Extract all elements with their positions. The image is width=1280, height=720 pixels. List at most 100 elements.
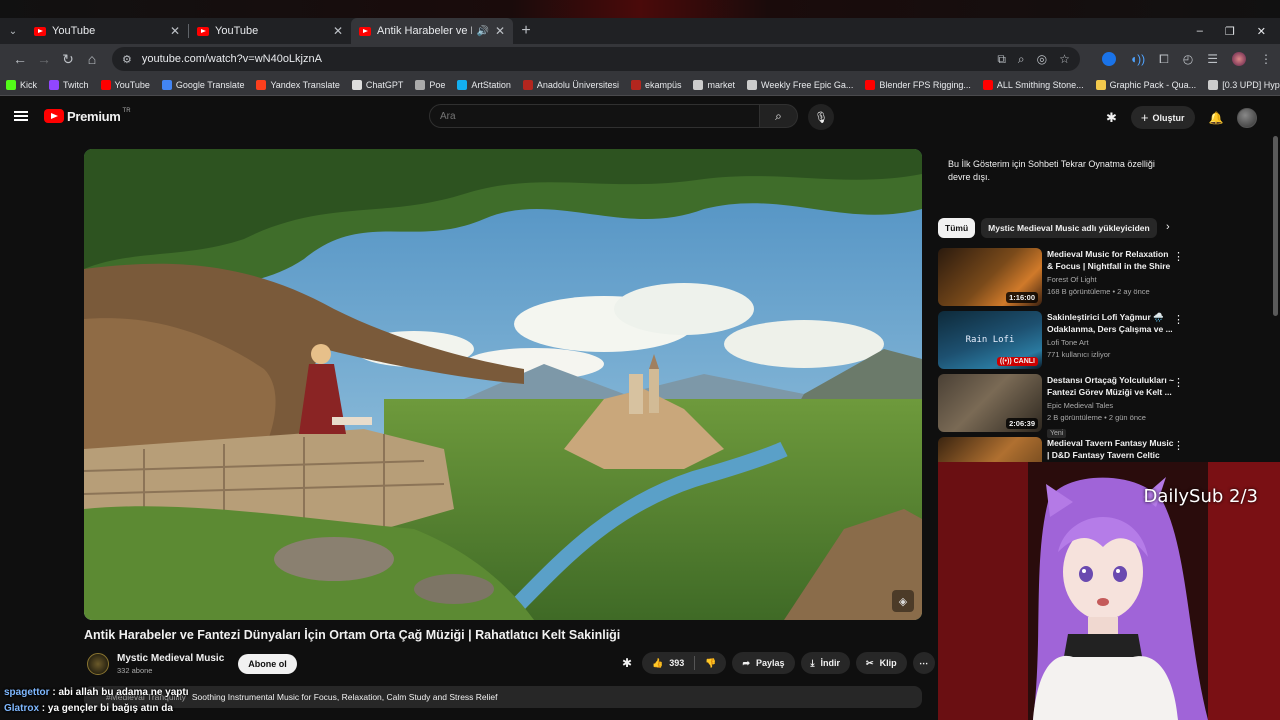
- bookmark-item[interactable]: ChatGPT: [351, 79, 404, 90]
- scrollbar-thumb[interactable]: [1273, 136, 1278, 316]
- premium-badge-icon[interactable]: ✱: [618, 656, 636, 670]
- channel-name[interactable]: Mystic Medieval Music: [117, 653, 224, 664]
- description-box[interactable]: #Medieval Tranquility Soothing Instrumen…: [84, 686, 922, 708]
- bookmark-item[interactable]: Yandex Translate: [256, 79, 340, 90]
- bookmark-item[interactable]: ALL Smithing Stone...: [982, 79, 1084, 90]
- like-count[interactable]: 393: [669, 658, 684, 668]
- browser-tab-active[interactable]: Antik Harabeler ve Fantezi D 🔊 ✕: [351, 18, 513, 44]
- subscribe-button[interactable]: Abone ol: [238, 654, 297, 674]
- more-actions-button[interactable]: ⋯: [912, 652, 935, 674]
- tab-close-icon[interactable]: ✕: [333, 24, 343, 38]
- bookmark-item[interactable]: YouTube: [100, 79, 150, 90]
- video-thumbnail[interactable]: Rain Lofi ((•)) CANLI: [938, 311, 1042, 369]
- more-options-icon[interactable]: ⋮: [1173, 313, 1184, 326]
- url-text[interactable]: youtube.com/watch?v=wN40oLkjznA: [142, 53, 997, 65]
- create-button[interactable]: + Oluştur: [1130, 106, 1195, 129]
- recommendation-item[interactable]: Rain Lofi ((•)) CANLI Sakinleştirici Lof…: [938, 311, 1188, 374]
- install-app-icon[interactable]: ⧉: [997, 52, 1006, 67]
- browser-menu-icon[interactable]: ⋮: [1260, 52, 1272, 66]
- bookmark-item[interactable]: Anadolu Üniversitesi: [522, 79, 619, 90]
- menu-hamburger-icon[interactable]: [14, 111, 28, 121]
- reload-button[interactable]: ↻: [56, 51, 80, 68]
- zoom-icon[interactable]: ⌕: [1018, 52, 1025, 67]
- browser-tab-2[interactable]: YouTube ✕: [189, 18, 351, 44]
- browser-tab-1[interactable]: YouTube ✕: [26, 18, 188, 44]
- channel-avatar[interactable]: [87, 653, 109, 675]
- more-options-icon[interactable]: ⋮: [1173, 376, 1184, 389]
- voice-search-button[interactable]: 🎙: [808, 104, 834, 130]
- back-button[interactable]: ←: [8, 51, 32, 67]
- minimize-button[interactable]: –: [1197, 25, 1203, 38]
- bookmark-label: ekampüs: [644, 79, 682, 90]
- recommendation-item[interactable]: 1:16:00 Medieval Music for Relaxation & …: [938, 248, 1188, 311]
- tab-close-icon[interactable]: ✕: [495, 24, 505, 38]
- duration-badge: 2:06:39: [1006, 418, 1038, 429]
- history-icon[interactable]: ◴: [1183, 52, 1193, 66]
- more-options-icon[interactable]: ⋮: [1173, 439, 1184, 452]
- extension-audio-icon[interactable]: ◖)): [1130, 52, 1145, 66]
- video-thumbnail[interactable]: 2:06:39: [938, 374, 1042, 432]
- bookmark-favicon-icon: [982, 79, 993, 90]
- bookmark-item[interactable]: Weekly Free Epic Ga...: [747, 79, 854, 90]
- premium-gift-icon[interactable]: ✱: [1106, 110, 1117, 126]
- bookmark-item[interactable]: ArtStation: [457, 79, 511, 90]
- extension-icon[interactable]: [1101, 52, 1116, 66]
- bookmark-item[interactable]: Poe: [415, 79, 445, 90]
- recommendation-title[interactable]: Sakinleştirici Lofi Yağmur 🌧️ Odaklanma,…: [1047, 311, 1175, 335]
- download-button[interactable]: ⤓ İndir: [800, 652, 851, 674]
- recommendation-item[interactable]: 2:06:39 Destansı Ortaçağ Yolculukları ~ …: [938, 374, 1188, 438]
- account-avatar[interactable]: [1237, 107, 1258, 128]
- bookmark-item[interactable]: Blender FPS Rigging...: [865, 79, 971, 90]
- recommendation-info: Medieval Music for Relaxation & Focus | …: [1047, 248, 1175, 311]
- chip-from-uploader[interactable]: Mystic Medieval Music adlı yükleyiciden: [981, 218, 1157, 238]
- youtube-premium-logo[interactable]: Premium TR: [44, 108, 131, 124]
- tab-search-dropdown[interactable]: ⌄: [0, 26, 26, 37]
- search-button[interactable]: ⌕: [760, 104, 798, 128]
- bookmark-item[interactable]: Google Translate: [161, 79, 244, 90]
- recommendation-title[interactable]: Destansı Ortaçağ Yolculukları ~ Fantezi …: [1047, 374, 1175, 398]
- recommendation-channel[interactable]: Epic Medieval Tales: [1047, 401, 1175, 410]
- bookmark-item[interactable]: [0.3 UPD] Hyper SPE...: [1208, 79, 1280, 90]
- bookmark-favicon-icon: [161, 79, 172, 90]
- new-tab-button[interactable]: +: [513, 22, 539, 40]
- profile-avatar-icon[interactable]: [1232, 52, 1246, 66]
- notifications-bell-icon[interactable]: 🔔: [1209, 111, 1224, 125]
- bookmark-item[interactable]: Graphic Pack - Qua...: [1095, 79, 1196, 90]
- more-options-icon[interactable]: ⋮: [1173, 250, 1184, 263]
- video-thumbnail[interactable]: 1:16:00: [938, 248, 1042, 306]
- chip-all[interactable]: Tümü: [938, 218, 976, 238]
- recommendation-title[interactable]: Medieval Tavern Fantasy Music | D&D Fant…: [1047, 437, 1175, 461]
- video-title: Antik Harabeler ve Fantezi Dünyaları İçi…: [84, 628, 621, 642]
- extensions-area: ◖)) ⧠ ◴ ☰ ⋮: [1101, 52, 1272, 67]
- clip-button[interactable]: ✂ Klip: [856, 652, 907, 674]
- reading-list-icon[interactable]: ☰: [1207, 52, 1218, 66]
- share-button[interactable]: ➦ Paylaş: [732, 652, 795, 674]
- tab-close-icon[interactable]: ✕: [170, 24, 180, 38]
- extensions-puzzle-icon[interactable]: ⧠: [1159, 52, 1169, 67]
- maximize-button[interactable]: ❐: [1225, 25, 1235, 38]
- like-icon[interactable]: 👍: [652, 658, 663, 669]
- bookmark-favicon-icon: [522, 79, 533, 90]
- video-player[interactable]: ◈: [84, 149, 922, 620]
- bookmark-item[interactable]: Kick: [6, 79, 37, 90]
- channel-watermark-icon[interactable]: ◈: [892, 590, 914, 612]
- bookmark-label: Weekly Free Epic Ga...: [761, 79, 854, 90]
- dislike-icon[interactable]: 👎: [705, 658, 716, 669]
- audio-playing-icon[interactable]: 🔊: [476, 26, 488, 37]
- close-window-button[interactable]: ✕: [1257, 25, 1266, 38]
- recommendation-channel[interactable]: Lofi Tone Art: [1047, 338, 1175, 347]
- bookmark-item[interactable]: market: [693, 79, 735, 90]
- forward-button[interactable]: →: [32, 51, 56, 67]
- eye-off-icon[interactable]: ◎: [1037, 52, 1047, 67]
- recommendation-channel[interactable]: Forest Of Light: [1047, 275, 1175, 284]
- chevron-right-icon[interactable]: ›: [1166, 221, 1170, 233]
- bookmark-item[interactable]: ekampüs: [630, 79, 682, 90]
- site-info-icon[interactable]: ⚙: [122, 53, 132, 66]
- recommendation-title[interactable]: Medieval Music for Relaxation & Focus | …: [1047, 248, 1175, 272]
- home-button[interactable]: ⌂: [80, 51, 104, 67]
- bookmark-star-icon[interactable]: ☆: [1059, 52, 1070, 67]
- search-input[interactable]: [429, 104, 760, 128]
- address-bar[interactable]: ⚙ youtube.com/watch?v=wN40oLkjznA ⧉ ⌕ ◎ …: [112, 47, 1080, 71]
- bookmark-item[interactable]: Twitch: [49, 79, 89, 90]
- bookmark-label: ChatGPT: [365, 79, 404, 90]
